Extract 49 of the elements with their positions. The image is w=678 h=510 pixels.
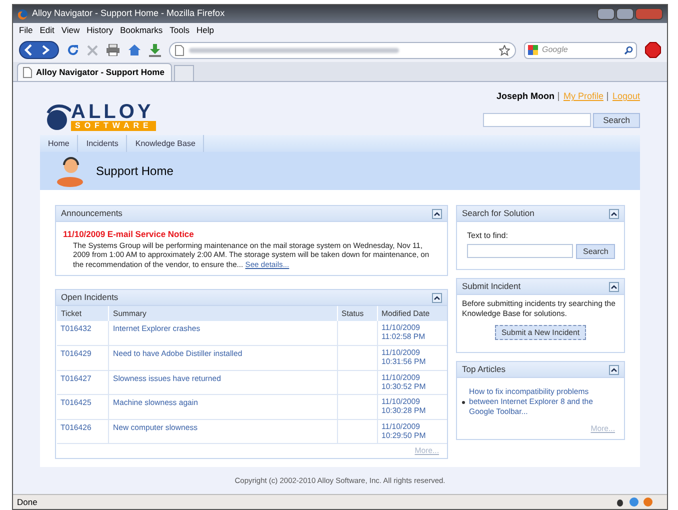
window-title: Alloy Navigator - Support Home - Mozilla Firefox <box>32 7 225 20</box>
search-field[interactable]: Google <box>524 42 637 58</box>
panel-title: Search for Solution <box>462 207 534 220</box>
search-input[interactable]: Google <box>542 44 620 56</box>
search-button[interactable]: Search <box>593 112 640 128</box>
reload-icon[interactable] <box>67 44 79 56</box>
menu-item[interactable]: Edit <box>40 24 54 37</box>
download-icon[interactable] <box>149 44 161 56</box>
logo-subword: SOFTWARE <box>71 121 156 131</box>
menu-item[interactable]: Tools <box>170 24 190 37</box>
panel-title: Top Articles <box>462 363 506 376</box>
printer-icon[interactable] <box>106 44 120 56</box>
home-icon[interactable] <box>128 44 141 56</box>
field-label: Text to find: <box>467 230 509 242</box>
announcement-headline: 11/10/2009 E-mail Service Notice <box>63 228 195 241</box>
google-icon <box>528 45 538 55</box>
panel-title: Open Incidents <box>61 291 118 304</box>
menu-item[interactable]: History <box>86 24 114 37</box>
text-to-find-field[interactable] <box>467 244 573 258</box>
star-icon[interactable] <box>499 44 510 56</box>
collapse-icon[interactable] <box>609 208 619 218</box>
collapse-icon[interactable] <box>609 364 619 374</box>
page-icon <box>23 67 32 78</box>
adblock-icon[interactable] <box>645 42 661 58</box>
logo-word: ALLOY <box>71 103 155 121</box>
support-agent-icon <box>56 155 84 187</box>
site-search-field[interactable] <box>483 112 592 126</box>
menu-item[interactable]: View <box>61 24 80 37</box>
search-button[interactable]: Search <box>576 244 616 259</box>
menu-item[interactable]: Help <box>196 24 214 37</box>
bullet-icon <box>462 400 465 404</box>
tab-label: Alloy Navigator - Support Home <box>36 66 164 79</box>
page-icon <box>175 44 184 56</box>
collapse-icon[interactable] <box>432 208 442 218</box>
minimize-button[interactable] <box>597 8 615 20</box>
collapse-icon[interactable] <box>432 292 442 303</box>
user-name: Joseph Moon <box>496 90 554 103</box>
panel-title: Submit Incident <box>462 280 521 293</box>
back-forward-button[interactable] <box>19 41 59 59</box>
panel-title: Announcements <box>61 207 122 220</box>
menu-item[interactable]: Bookmarks <box>120 24 163 37</box>
page-title: Support Home <box>96 163 174 180</box>
menu-item[interactable]: File <box>19 24 33 37</box>
browser-tab[interactable]: Alloy Navigator - Support Home <box>17 63 172 81</box>
status-text: Done <box>17 496 38 508</box>
collapse-icon[interactable] <box>609 282 619 292</box>
search-icon[interactable] <box>624 46 633 54</box>
headset-logo-icon <box>45 103 71 133</box>
maximize-button[interactable] <box>616 8 634 20</box>
